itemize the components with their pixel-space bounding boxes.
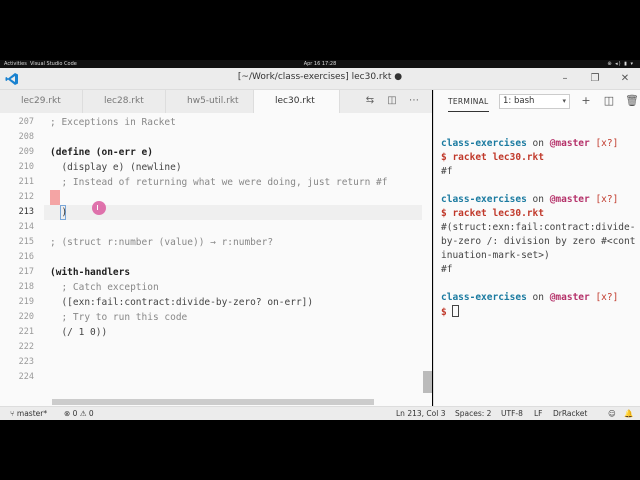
- line-number: 215: [18, 237, 34, 247]
- line-number: 210: [18, 162, 34, 172]
- git-branch-status[interactable]: ⑂ master*: [10, 407, 47, 421]
- panel-header: TERMINAL 1: bash ▾ + ◫ 🗑: [434, 90, 640, 113]
- notifications-icon[interactable]: 🔔: [624, 407, 633, 421]
- line-number: 208: [18, 132, 34, 142]
- terminal-output-line: inuation-mark-set>): [441, 250, 550, 261]
- split-editor-icon[interactable]: ◫: [386, 95, 398, 107]
- terminal-cursor: [452, 305, 460, 317]
- terminal-command: $ racket lec30.rkt: [441, 152, 544, 163]
- tab-lec29[interactable]: lec29.rkt: [0, 90, 83, 113]
- system-top-bar: Activities Visual Studio Code Apr 16 17:…: [0, 60, 640, 68]
- line-number: 222: [18, 342, 34, 352]
- code-line[interactable]: ([exn:fail:contract:divide-by-zero? on-e…: [50, 295, 313, 310]
- file-icon: [178, 97, 184, 103]
- line-number: 212: [18, 192, 34, 202]
- code-line[interactable]: ; Catch exception: [50, 280, 158, 295]
- code-editor[interactable]: 207 208 209 210 211 212 213 214 215 216 …: [0, 113, 432, 407]
- file-icon: [12, 97, 18, 103]
- line-number: 216: [18, 252, 34, 262]
- tab-hw5-util[interactable]: hw5-util.rkt: [166, 90, 254, 113]
- code-line[interactable]: (define (on-err e): [50, 145, 153, 160]
- encoding-status[interactable]: UTF-8: [501, 407, 523, 421]
- line-number: 214: [18, 222, 34, 232]
- line-number: 219: [18, 297, 34, 307]
- code-line[interactable]: ; Exceptions in Racket: [50, 115, 176, 130]
- branch-icon: ⑂: [10, 409, 17, 418]
- terminal-select-value: 1: bash: [503, 96, 535, 106]
- indentation-status[interactable]: Spaces: 2: [455, 407, 491, 421]
- close-icon[interactable]: ✕: [617, 71, 633, 87]
- letterbox-top: [0, 0, 640, 60]
- minimize-icon[interactable]: –: [557, 71, 573, 87]
- line-number-current: 213: [18, 207, 34, 217]
- system-tray-icons[interactable]: ⊕ ◂) ▮ ▾: [607, 60, 634, 68]
- tab-lec30[interactable]: lec30.rkt: [254, 90, 340, 113]
- terminal-command: $ racket lec30.rkt: [441, 208, 544, 219]
- chevron-down-icon: ▾: [562, 97, 566, 105]
- terminal-prompt-line: class-exercises on @master [x?]: [441, 194, 619, 205]
- code-line[interactable]: (with-handlers: [50, 265, 130, 280]
- line-number: 220: [18, 312, 34, 322]
- compare-changes-icon[interactable]: ⇆: [364, 95, 376, 107]
- status-bar: ⑂ master* ⊗ 0 ⚠ 0 Ln 213, Col 3 Spaces: …: [0, 406, 640, 420]
- problems-status[interactable]: ⊗ 0 ⚠ 0: [64, 407, 94, 421]
- line-number: 207: [18, 117, 34, 127]
- line-number: 218: [18, 282, 34, 292]
- file-icon: [266, 97, 272, 103]
- line-number: 221: [18, 327, 34, 337]
- tab-label: lec30.rkt: [275, 96, 315, 106]
- terminal-output-line: #(struct:exn:fail:contract:divide-: [441, 222, 636, 233]
- line-number-gutter: 207 208 209 210 211 212 213 214 215 216 …: [0, 113, 44, 407]
- maximize-icon[interactable]: ❐: [587, 71, 603, 87]
- window-title-bar: [~/Work/class-exercises] lec30.rkt ● – ❐…: [0, 68, 640, 90]
- code-line[interactable]: (display e) (newline): [50, 160, 181, 175]
- horizontal-scrollbar[interactable]: [52, 399, 374, 405]
- code-line[interactable]: ; Try to run this code: [50, 310, 187, 325]
- language-mode-status[interactable]: DrRacket: [553, 407, 587, 421]
- terminal-output-line: by-zero /: division by zero #<cont: [441, 236, 636, 247]
- editor-actions: ⇆ ◫ ⋯: [360, 90, 432, 113]
- line-number: 209: [18, 147, 34, 157]
- code-line-current[interactable]: ): [50, 205, 67, 220]
- terminal-output[interactable]: class-exercises on @master [x?] $ racket…: [434, 113, 640, 407]
- terminal-select[interactable]: 1: bash ▾: [499, 94, 570, 109]
- tab-terminal[interactable]: TERMINAL: [448, 90, 489, 112]
- mouse-pointer-icon: [92, 201, 106, 215]
- tab-lec28[interactable]: lec28.rkt: [83, 90, 166, 113]
- window-title: [~/Work/class-exercises] lec30.rkt ●: [237, 72, 403, 82]
- split-terminal-icon[interactable]: ◫: [603, 95, 615, 107]
- code-line[interactable]: (/ 1 0)): [50, 325, 107, 340]
- letterbox-bottom: [0, 420, 640, 480]
- cursor-position-status[interactable]: Ln 213, Col 3: [396, 407, 445, 421]
- tab-label: lec29.rkt: [21, 96, 61, 106]
- vertical-scrollbar[interactable]: [423, 371, 432, 393]
- terminal-prompt-line: class-exercises on @master [x?]: [441, 292, 619, 303]
- eol-status[interactable]: LF: [534, 407, 543, 421]
- line-number: 217: [18, 267, 34, 277]
- code-line[interactable]: ; (struct r:number (value)) → r:number?: [50, 235, 273, 250]
- new-terminal-icon[interactable]: +: [580, 95, 592, 107]
- terminal-panel: TERMINAL 1: bash ▾ + ◫ 🗑 class-exercises…: [433, 90, 640, 407]
- tab-label: hw5-util.rkt: [187, 96, 239, 106]
- code-lines[interactable]: ; Exceptions in Racket (define (on-err e…: [50, 113, 422, 407]
- trash-icon[interactable]: 🗑: [625, 95, 639, 107]
- file-icon: [95, 97, 101, 103]
- line-number: 223: [18, 357, 34, 367]
- code-line[interactable]: ; Instead of returning what we were doin…: [50, 175, 387, 190]
- tab-label: lec28.rkt: [104, 96, 144, 106]
- terminal-output-line: #f: [441, 166, 453, 177]
- line-number: 224: [18, 372, 34, 382]
- more-actions-icon[interactable]: ⋯: [408, 95, 420, 107]
- feedback-icon[interactable]: ☺: [608, 407, 616, 421]
- line-number: 211: [18, 177, 34, 187]
- terminal-input-line[interactable]: $: [441, 305, 460, 320]
- terminal-prompt-line: class-exercises on @master [x?]: [441, 138, 619, 149]
- clock[interactable]: Apr 16 17:28: [0, 60, 640, 68]
- terminal-output-line: #f: [441, 264, 453, 275]
